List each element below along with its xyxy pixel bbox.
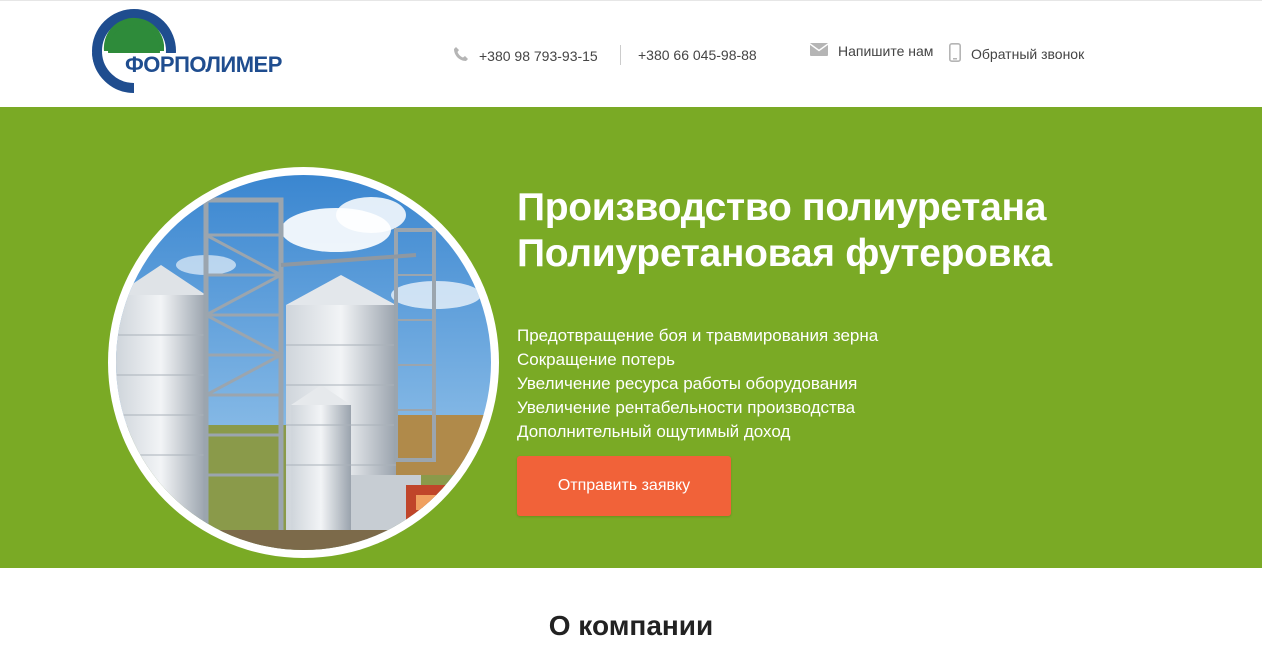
hero-image-frame (108, 167, 499, 558)
phone-icon (453, 46, 469, 65)
grain-silo-elevator-photo (116, 175, 491, 550)
envelope-icon (809, 43, 829, 59)
callback-link[interactable]: Обратный звонок (949, 43, 1084, 65)
benefit-item: Увеличение ресурса работы оборудования (517, 374, 858, 393)
benefit-item: Сокращение потерь (517, 350, 676, 369)
phone-link-2[interactable]: +380 66 045-98-88 (638, 47, 757, 63)
phone-number-2: +380 66 045-98-88 (638, 47, 757, 63)
benefit-item: Предотвращение боя и травмирования зерна (517, 326, 879, 345)
logo-text: ФОРПОЛИМЕР (123, 52, 284, 77)
mobile-phone-icon (949, 43, 961, 65)
phone-link-1[interactable]: +380 98 793-93-15 (453, 46, 598, 65)
site-header: ФОРПОЛИМЕР +380 98 793-93-15 +380 66 045… (0, 0, 1262, 107)
write-us-label: Напишите нам (838, 43, 934, 59)
company-logo[interactable]: ФОРПОЛИМЕР (92, 9, 302, 93)
send-request-button[interactable]: Отправить заявку (517, 456, 731, 516)
hero-section: Производство полиуретана Полиуретановая … (0, 107, 1262, 568)
benefit-item: Увеличение рентабельности производства (517, 398, 856, 417)
benefits-list: Предотвращение боя и травмирования зерна… (517, 324, 878, 444)
about-section-title: О компании (548, 610, 714, 641)
logo-emblem (92, 9, 177, 93)
write-us-link[interactable]: Напишите нам (809, 43, 934, 59)
hero-title-line-1: Производство полиуретана (517, 186, 1047, 229)
benefit-item: Дополнительный ощутимый доход (517, 422, 791, 441)
phone-number-1: +380 98 793-93-15 (479, 47, 598, 64)
hero-title-line-2: Полиуретановая футеровка (517, 232, 1052, 275)
callback-label: Обратный звонок (971, 46, 1085, 62)
contact-divider (620, 45, 621, 65)
hero-title: Производство полиуретана Полиуретановая … (517, 185, 1052, 277)
